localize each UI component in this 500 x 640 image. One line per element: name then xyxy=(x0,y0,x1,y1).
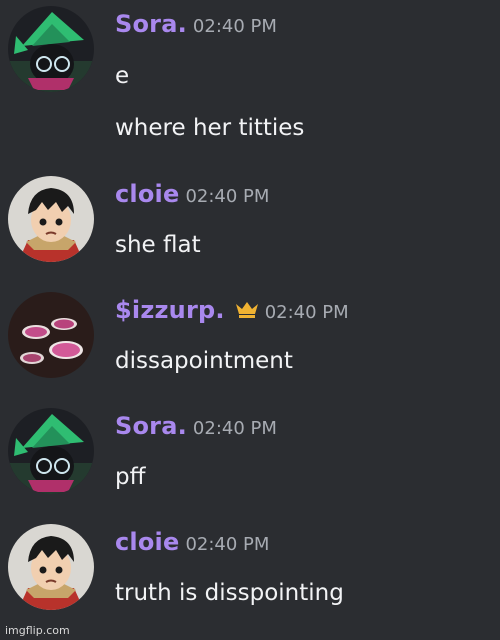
username[interactable]: Sora. xyxy=(115,412,187,440)
timestamp: 02:40 PM xyxy=(185,186,270,207)
username[interactable]: $izzurp. xyxy=(115,296,225,324)
message-header: cloie 02:40 PM xyxy=(115,182,269,206)
timestamp: 02:40 PM xyxy=(185,534,270,555)
anime-straw-hat-boy-avatar xyxy=(8,176,94,262)
username[interactable]: cloie xyxy=(115,528,179,556)
anime-straw-hat-boy-avatar xyxy=(8,524,94,610)
message-header: cloie 02:40 PM xyxy=(115,530,269,554)
message-text: where her titties xyxy=(115,115,305,141)
avatar[interactable] xyxy=(8,408,94,494)
message-header: $izzurp. 02:40 PM xyxy=(115,298,349,324)
green-hat-character-avatar xyxy=(8,408,94,494)
timestamp: 02:40 PM xyxy=(192,16,277,37)
username[interactable]: Sora. xyxy=(115,10,187,38)
message-text: she flat xyxy=(115,232,201,258)
message-text: e xyxy=(115,63,130,89)
message-header: Sora. 02:40 PM xyxy=(115,414,277,438)
timestamp: 02:40 PM xyxy=(192,418,277,439)
timestamp: 02:40 PM xyxy=(264,302,349,323)
avatar[interactable] xyxy=(8,6,94,92)
purple-drink-cups-avatar xyxy=(8,292,94,378)
green-hat-character-avatar xyxy=(8,6,94,92)
message-text: dissapointment xyxy=(115,348,293,374)
message-text: truth is disspointing xyxy=(115,580,344,606)
username[interactable]: cloie xyxy=(115,180,179,208)
chat-message-list: Sora. 02:40 PM e where her titties cloie 0… xyxy=(0,0,500,640)
crown-icon xyxy=(235,300,259,321)
avatar[interactable] xyxy=(8,176,94,262)
message-text: pff xyxy=(115,464,146,490)
avatar[interactable] xyxy=(8,292,94,378)
watermark: imgflip.com xyxy=(5,624,70,637)
message-header: Sora. 02:40 PM xyxy=(115,12,277,36)
avatar[interactable] xyxy=(8,524,94,610)
